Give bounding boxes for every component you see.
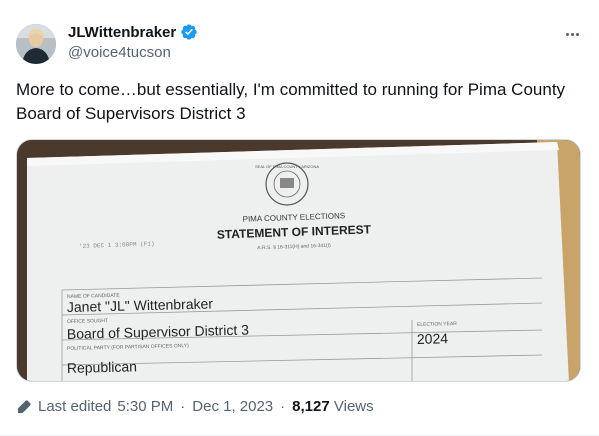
author-display-name[interactable]: JLWittenbraker <box>68 24 176 41</box>
pencil-edit-icon <box>18 399 31 413</box>
author-handle[interactable]: @voice4tucson <box>68 44 198 61</box>
tweet-media-image[interactable]: SEAL OF PIMA COUNTY ARIZONA PIMA COUNTY … <box>16 139 581 382</box>
edited-label[interactable]: Last edited <box>38 398 111 415</box>
views-count: 8,127 <box>292 398 330 415</box>
election-year: 2024 <box>417 330 449 347</box>
svg-text:ELECTION YEAR: ELECTION YEAR <box>417 321 457 328</box>
tweet-date[interactable]: Dec 1, 2023 <box>192 398 273 415</box>
separator-dot: · <box>280 398 286 415</box>
tweet-time[interactable]: 5:30 PM <box>117 398 173 415</box>
tweet-meta: Last edited 5:30 PM · Dec 1, 2023 · 8,12… <box>16 398 374 415</box>
author-block: JLWittenbraker @voice4tucson <box>68 23 198 61</box>
statement-of-interest-photo: SEAL OF PIMA COUNTY ARIZONA PIMA COUNTY … <box>17 140 580 381</box>
views-label: Views <box>333 398 374 415</box>
svg-text:SEAL OF PIMA COUNTY ARIZONA: SEAL OF PIMA COUNTY ARIZONA <box>255 164 319 169</box>
verified-badge-icon <box>181 24 197 40</box>
svg-text:OFFICE SOUGHT: OFFICE SOUGHT <box>67 318 108 325</box>
political-party: Republican <box>67 358 137 376</box>
author-avatar[interactable] <box>16 24 56 64</box>
separator-dot: · <box>180 398 186 415</box>
name-row: JLWittenbraker <box>68 23 198 41</box>
more-options-icon[interactable] <box>561 24 583 44</box>
tweet-text: More to come…but essentially, I'm commit… <box>16 80 566 123</box>
